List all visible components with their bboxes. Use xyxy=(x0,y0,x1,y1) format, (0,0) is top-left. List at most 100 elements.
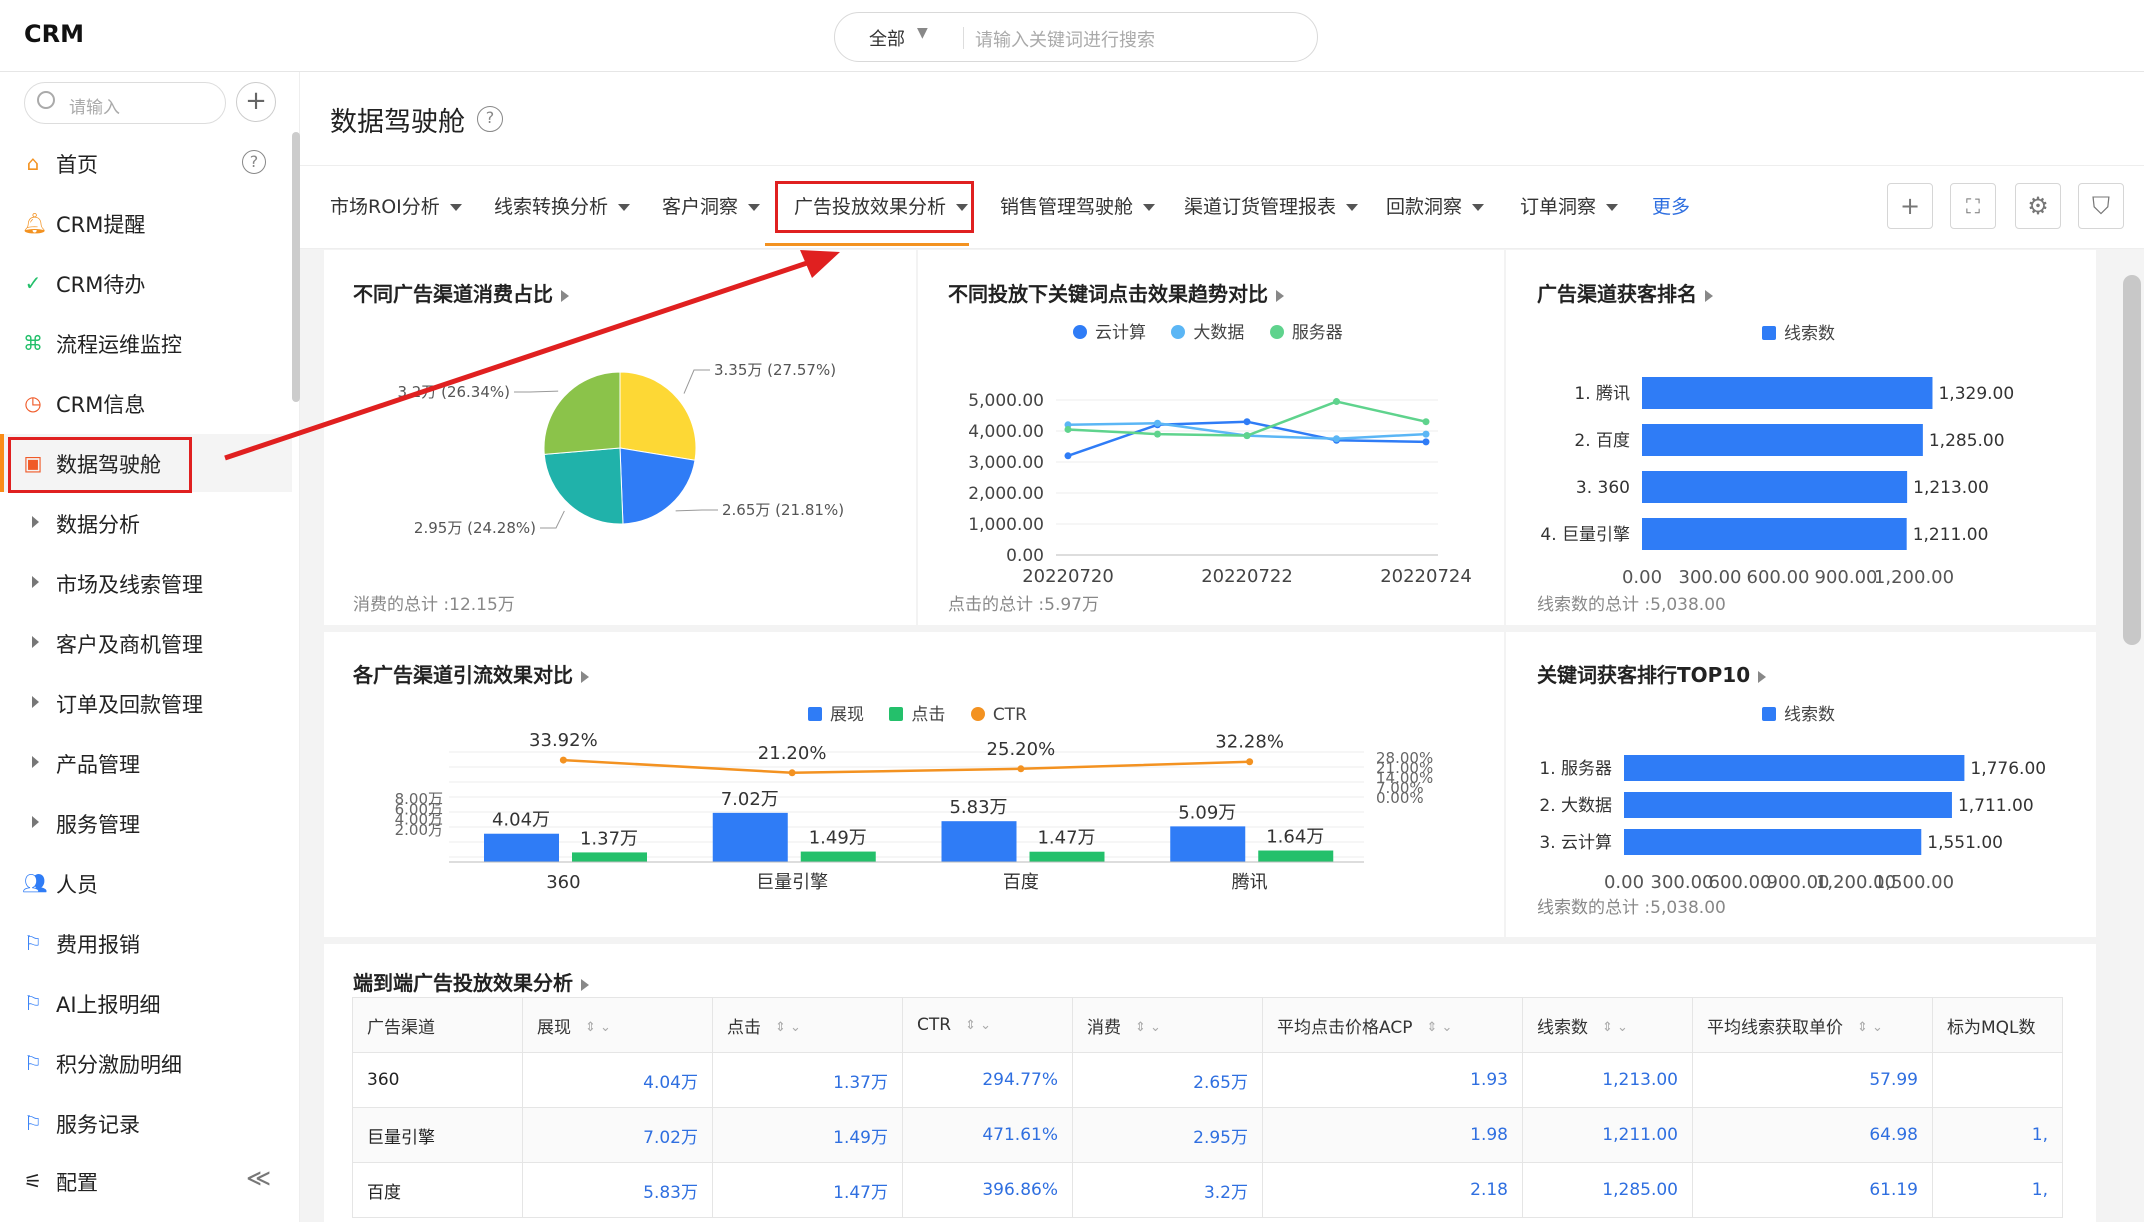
sidebar-item-16[interactable]: ⚐ 服务记录 xyxy=(0,1094,292,1152)
add-button[interactable]: + xyxy=(1887,183,1933,229)
sidebar-search-placeholder: 请输入 xyxy=(69,98,120,118)
sidebar-item-14[interactable]: ⚐ AI上报明细 xyxy=(0,974,292,1032)
sidebar-item-4[interactable]: ◷ CRM信息 xyxy=(0,374,292,432)
sidebar-item-15[interactable]: ⚐ 积分激励明细 xyxy=(0,1034,292,1092)
table-row[interactable]: 百度 5.83万 1.47万 396.86% 3.2万 2.18 1,285.00 61.19… xyxy=(352,1162,2063,1218)
table-cell[interactable]: 471.61% xyxy=(902,1107,1073,1163)
table-cell[interactable]: 2.65万 xyxy=(1072,1052,1263,1108)
expand-arrow-icon[interactable] xyxy=(32,576,39,588)
sort-icon[interactable]: ⇕ ⌄ xyxy=(775,1020,801,1035)
line-point xyxy=(1333,398,1340,406)
table-cell[interactable]: 1.49万 xyxy=(712,1107,903,1163)
sidebar-item-8[interactable]: 客户及商机管理 xyxy=(0,614,292,672)
column-header[interactable]: 点击 ⇕ ⌄ xyxy=(712,997,903,1053)
scrollbar-thumb[interactable] xyxy=(2123,275,2141,645)
table-cell[interactable]: 1.98 xyxy=(1262,1107,1523,1163)
sidebar-item-6[interactable]: 数据分析 xyxy=(0,494,292,552)
sidebar-item-config[interactable]: ⚟ 配置 ≪ xyxy=(0,1152,292,1210)
search-scope-select[interactable]: 全部 xyxy=(869,25,905,51)
tab-6[interactable]: 回款洞察 xyxy=(1386,192,1485,219)
table-row[interactable]: 巨量引擎 7.02万 1.49万 471.61% 2.95万 1.98 1,211.00 64… xyxy=(352,1107,2063,1163)
table-cell[interactable] xyxy=(1932,1052,2063,1108)
column-header[interactable]: 消费 ⇕ ⌄ xyxy=(1072,997,1263,1053)
card-title[interactable]: 各广告渠道引流效果对比 xyxy=(353,659,589,688)
x-category-label: 腾讯 xyxy=(1232,872,1268,893)
sidebar-item-11[interactable]: 服务管理 xyxy=(0,794,292,852)
sidebar-search-input[interactable]: 请输入 xyxy=(24,82,226,124)
tab-5[interactable]: 渠道订货管理报表 xyxy=(1184,192,1359,219)
table-cell[interactable]: 5.83万 xyxy=(522,1162,713,1218)
settings-button[interactable]: ⚙ xyxy=(2015,183,2061,229)
shield-button[interactable]: ⛉ xyxy=(2078,183,2124,229)
sort-icon[interactable]: ⇕ ⌄ xyxy=(1857,1020,1883,1035)
tab-2[interactable]: 客户洞察 xyxy=(662,192,761,219)
fullscreen-button[interactable]: ⛶ xyxy=(1950,183,1996,229)
tab-0[interactable]: 市场ROI分析 xyxy=(330,192,462,219)
help-icon[interactable]: ? xyxy=(477,106,503,132)
flow-icon: ⌘ xyxy=(23,331,43,355)
table-cell[interactable]: 1, xyxy=(1932,1107,2063,1163)
column-header[interactable]: 平均线索获取单价 ⇕ ⌄ xyxy=(1692,997,1933,1053)
tab-more[interactable]: 更多 xyxy=(1652,192,1690,219)
table-cell[interactable]: 64.98 xyxy=(1692,1107,1933,1163)
column-header[interactable]: 平均点击价格ACP ⇕ ⌄ xyxy=(1262,997,1523,1053)
table-cell[interactable]: 7.02万 xyxy=(522,1107,713,1163)
sort-icon[interactable]: ⇕ ⌄ xyxy=(965,1018,991,1033)
table-row[interactable]: 360 4.04万 1.37万 294.77% 2.65万 1.93 1,213.00 57.… xyxy=(352,1052,2063,1108)
table-cell[interactable]: 4.04万 xyxy=(522,1052,713,1108)
global-search[interactable]: 全部 ▼ 请输入关键词进行搜索 xyxy=(834,12,1318,62)
column-header[interactable]: 展现 ⇕ ⌄ xyxy=(522,997,713,1053)
table-cell[interactable]: 1.37万 xyxy=(712,1052,903,1108)
column-header[interactable]: 线索数 ⇕ ⌄ xyxy=(1522,997,1693,1053)
expand-arrow-icon[interactable] xyxy=(32,816,39,828)
sidebar-scrollbar[interactable] xyxy=(292,132,300,402)
sidebar-item-10[interactable]: 产品管理 xyxy=(0,734,292,792)
table-cell[interactable]: 1.93 xyxy=(1262,1052,1523,1108)
tab-7[interactable]: 订单洞察 xyxy=(1520,192,1619,219)
card-title[interactable]: 端到端广告投放效果分析 xyxy=(353,967,589,996)
card-title[interactable]: 关键词获客排行TOP10 xyxy=(1537,659,1767,688)
sidebar-item-2[interactable]: ✓ CRM待办 xyxy=(0,254,292,312)
expand-arrow-icon[interactable] xyxy=(32,516,39,528)
table-cell[interactable]: 1, xyxy=(1932,1162,2063,1218)
table-cell[interactable]: 3.2万 xyxy=(1072,1162,1263,1218)
bar xyxy=(1624,792,1952,818)
table-cell[interactable]: 294.77% xyxy=(902,1052,1073,1108)
sidebar-item-1[interactable]: 🔔︎ CRM提醒 xyxy=(0,194,292,252)
tab-1[interactable]: 线索转换分析 xyxy=(494,192,631,219)
card-title[interactable]: 广告渠道获客排名 xyxy=(1537,278,1713,307)
sort-icon[interactable]: ⇕ ⌄ xyxy=(1602,1020,1628,1035)
table-cell[interactable]: 1.47万 xyxy=(712,1162,903,1218)
column-header[interactable]: 广告渠道 xyxy=(352,997,523,1053)
table-cell[interactable]: 1,213.00 xyxy=(1522,1052,1693,1108)
sort-icon[interactable]: ⇕ ⌄ xyxy=(1426,1020,1452,1035)
sort-icon[interactable]: ⇕ ⌄ xyxy=(1135,1020,1161,1035)
collapse-icon[interactable]: ≪ xyxy=(246,1164,271,1192)
card-title[interactable]: 不同广告渠道消费占比 xyxy=(353,278,569,307)
sidebar-item-3[interactable]: ⌘ 流程运维监控 xyxy=(0,314,292,372)
expand-arrow-icon[interactable] xyxy=(32,636,39,648)
help-icon[interactable]: ? xyxy=(242,150,266,174)
table-cell[interactable]: 2.95万 xyxy=(1072,1107,1263,1163)
column-header[interactable]: CTR ⇕ ⌄ xyxy=(902,997,1073,1053)
sort-icon[interactable]: ⇕ ⌄ xyxy=(585,1020,611,1035)
table-cell[interactable]: 1,285.00 xyxy=(1522,1162,1693,1218)
card-title[interactable]: 不同投放下关键词点击效果趋势对比 xyxy=(948,278,1284,307)
column-header[interactable]: 标为MQL数 xyxy=(1932,997,2063,1053)
table-cell[interactable]: 396.86% xyxy=(902,1162,1073,1218)
page-scrollbar[interactable] xyxy=(2120,250,2144,1222)
sidebar-item-9[interactable]: 订单及回款管理 xyxy=(0,674,292,732)
table-cell[interactable]: 2.18 xyxy=(1262,1162,1523,1218)
pie-leader xyxy=(540,510,565,529)
table-cell[interactable]: 61.19 xyxy=(1692,1162,1933,1218)
sidebar-item-7[interactable]: 市场及线索管理 xyxy=(0,554,292,612)
sidebar-item-13[interactable]: ⚐ 费用报销 xyxy=(0,914,292,972)
search-placeholder[interactable]: 请输入关键词进行搜索 xyxy=(975,26,1155,52)
sidebar-item-12[interactable]: 👥︎ 人员 xyxy=(0,854,292,912)
expand-arrow-icon[interactable] xyxy=(32,756,39,768)
table-cell[interactable]: 57.99 xyxy=(1692,1052,1933,1108)
tab-4[interactable]: 销售管理驾驶舱 xyxy=(1000,192,1156,219)
table-cell[interactable]: 1,211.00 xyxy=(1522,1107,1693,1163)
expand-arrow-icon[interactable] xyxy=(32,696,39,708)
add-icon[interactable]: + xyxy=(236,82,276,122)
